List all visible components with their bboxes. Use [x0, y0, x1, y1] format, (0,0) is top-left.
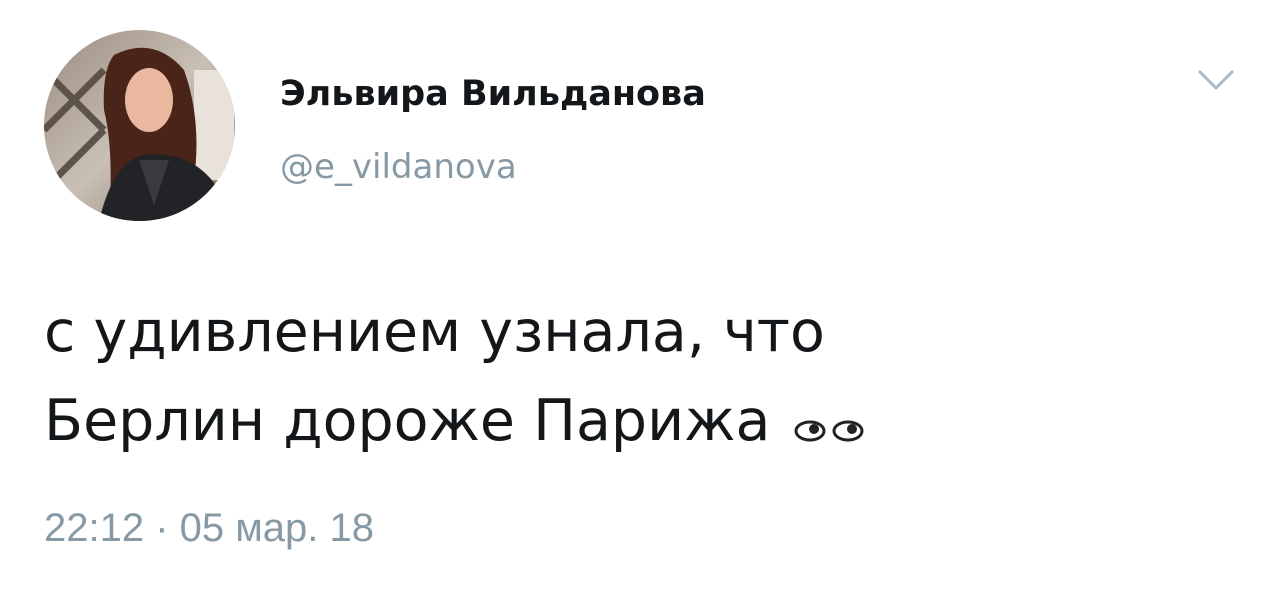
- tweet-timestamp[interactable]: 22:12 · 05 мар. 18: [44, 504, 374, 552]
- tweet-text-line-content: Берлин дороже Парижа: [44, 388, 771, 454]
- eyes-emoji: [792, 388, 872, 442]
- avatar[interactable]: [44, 30, 235, 221]
- tweet-text: с удивлением узнала, что Берлин дороже П…: [44, 288, 1224, 466]
- avatar-photo: [44, 30, 235, 221]
- tweet-text-line: с удивлением узнала, что: [44, 299, 825, 365]
- tweet-card: Эльвира Вильданова @e_vildanova с удивле…: [0, 0, 1280, 603]
- author-display-name[interactable]: Эльвира Вильданова: [280, 72, 706, 116]
- chevron-down-icon[interactable]: [1196, 66, 1236, 96]
- author-handle[interactable]: @e_vildanova: [280, 145, 517, 189]
- tweet-text-line: Берлин дороже Парижа: [44, 377, 1224, 466]
